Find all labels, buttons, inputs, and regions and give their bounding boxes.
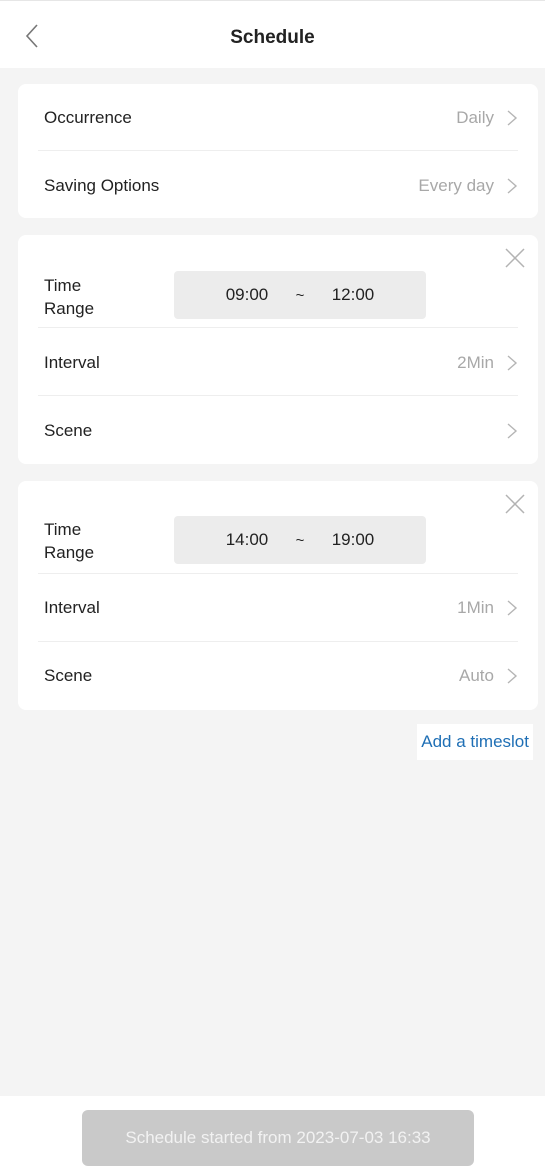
start-time[interactable]: 14:00 bbox=[215, 530, 279, 550]
chevron-right-icon bbox=[507, 668, 518, 684]
schedule-status-button[interactable]: Schedule started from 2023-07-03 16:33 bbox=[82, 1110, 474, 1166]
time-range-picker[interactable]: 09:00 ~ 12:00 bbox=[174, 271, 426, 319]
scene-row[interactable]: Scene Auto bbox=[44, 664, 518, 688]
start-time[interactable]: 09:00 bbox=[215, 285, 279, 305]
end-time[interactable]: 12:00 bbox=[321, 285, 385, 305]
interval-row[interactable]: Interval 2Min bbox=[44, 351, 518, 375]
scene-row[interactable]: Scene bbox=[44, 419, 518, 443]
close-icon bbox=[505, 494, 525, 514]
interval-row[interactable]: Interval 1Min bbox=[44, 596, 518, 620]
chevron-right-icon bbox=[507, 423, 518, 439]
divider bbox=[38, 573, 518, 574]
add-timeslot-link[interactable]: Add a timeslot bbox=[417, 724, 533, 760]
general-settings-card: Occurrence Daily Saving Options Every da… bbox=[18, 84, 538, 218]
saving-options-label: Saving Options bbox=[44, 176, 160, 195]
timeslot-card: Time Range 14:00 ~ 19:00 Interval 1Min S… bbox=[18, 481, 538, 710]
footer-bar: Schedule started from 2023-07-03 16:33 bbox=[0, 1096, 545, 1175]
close-icon bbox=[505, 248, 525, 268]
divider bbox=[38, 641, 518, 642]
remove-timeslot-button[interactable] bbox=[504, 493, 526, 515]
occurrence-row[interactable]: Occurrence Daily bbox=[44, 106, 518, 130]
scene-value: Auto bbox=[459, 666, 494, 685]
divider bbox=[38, 150, 518, 151]
saving-options-row[interactable]: Saving Options Every day bbox=[44, 174, 518, 198]
end-time[interactable]: 19:00 bbox=[321, 530, 385, 550]
page-title: Schedule bbox=[230, 27, 315, 48]
interval-value: 2Min bbox=[457, 353, 494, 372]
chevron-right-icon bbox=[507, 178, 518, 194]
chevron-right-icon bbox=[507, 355, 518, 371]
scene-label: Scene bbox=[44, 421, 93, 440]
remove-timeslot-button[interactable] bbox=[504, 247, 526, 269]
interval-value: 1Min bbox=[457, 598, 494, 617]
time-separator: ~ bbox=[295, 531, 305, 549]
time-range-picker[interactable]: 14:00 ~ 19:00 bbox=[174, 516, 426, 564]
time-separator: ~ bbox=[295, 286, 305, 304]
time-range-label: Time Range bbox=[44, 276, 95, 318]
timeslot-card: Time Range 09:00 ~ 12:00 Interval 2Min S… bbox=[18, 235, 538, 464]
interval-label: Interval bbox=[44, 353, 100, 372]
divider bbox=[38, 327, 518, 328]
chevron-right-icon bbox=[507, 600, 518, 616]
scene-label: Scene bbox=[44, 666, 93, 685]
interval-label: Interval bbox=[44, 598, 100, 617]
saving-options-value: Every day bbox=[418, 176, 494, 195]
occurrence-value: Daily bbox=[456, 108, 494, 127]
divider bbox=[38, 395, 518, 396]
time-range-label: Time Range bbox=[44, 520, 95, 562]
schedule-screen: Schedule Occurrence Daily Saving Options… bbox=[0, 0, 545, 1175]
chevron-right-icon bbox=[507, 110, 518, 126]
header-bar: Schedule bbox=[0, 0, 545, 68]
occurrence-label: Occurrence bbox=[44, 108, 132, 127]
